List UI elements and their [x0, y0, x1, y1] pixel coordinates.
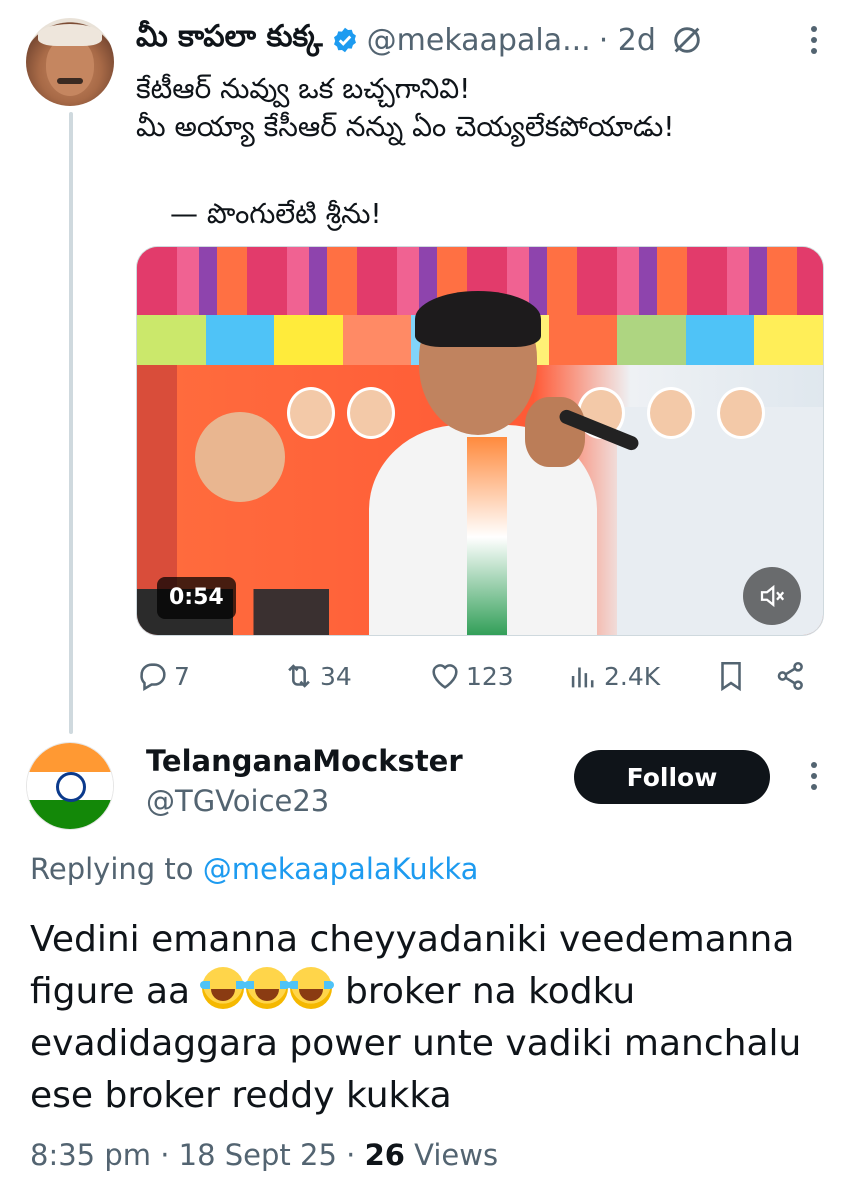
video-crowd [137, 589, 823, 635]
speaker-hair [415, 291, 541, 347]
retweet-icon [288, 664, 310, 688]
tweet-text-segment: figure aa [30, 971, 191, 1012]
analytics-bar-icon [571, 667, 594, 688]
like-count: 123 [466, 661, 514, 691]
tears-of-joy-emoji-icon [287, 967, 334, 1009]
replying-mention-link[interactable]: @mekaapalaKukka [203, 852, 479, 886]
timestamp[interactable]: 8:35 pm · 18 Sept 25 · [30, 1138, 355, 1172]
tweet-line: కేటీఆర్ నువ్వు ఒక బచ్చగానివి! [136, 72, 471, 105]
views-label: Views [414, 1138, 499, 1172]
views-button[interactable]: 2.4K [566, 654, 660, 698]
tweet-line: Vedini emanna cheyyadaniki veedemanna [30, 919, 795, 960]
timestamp[interactable]: · 2d [599, 23, 656, 58]
tweet-line: మీ అయ్యా కేసీఆర్ నన్ను ఏం చెయ్యలేకపోయాడు… [136, 110, 675, 143]
views-count: 26 [364, 1138, 405, 1172]
flag-saffron [27, 743, 113, 772]
reply-icon [140, 663, 166, 692]
banner-portrait-large [195, 412, 285, 502]
bookmark-button[interactable] [714, 654, 748, 698]
video-player[interactable]: 0:54 [136, 246, 824, 636]
grok-slash-icon[interactable] [670, 23, 704, 57]
tears-of-joy-emoji-icon [243, 967, 290, 1009]
share-button[interactable] [774, 654, 808, 698]
avatar-face [46, 38, 94, 96]
tweet-quote-attribution: — పొంగులేటి శ్రీను! [170, 197, 382, 230]
reply-count: 7 [174, 661, 190, 691]
banner-portrait [347, 387, 395, 439]
thread-connector-line [69, 112, 73, 734]
mute-toggle-button[interactable] [743, 567, 801, 625]
user-handle[interactable]: @TGVoice23 [146, 784, 329, 818]
tweet-actions: 7 34 123 2.4K [136, 654, 816, 698]
speaker-muted-icon [760, 584, 785, 608]
avatar[interactable] [26, 18, 114, 106]
replying-to: Replying to @mekaapalaKukka [30, 852, 478, 886]
tweet-meta: 8:35 pm · 18 Sept 25 · 26 Views [30, 1138, 498, 1172]
avatar-moustache [57, 78, 83, 84]
video-duration: 0:54 [157, 577, 236, 619]
retweet-button[interactable]: 34 [282, 654, 352, 698]
more-options-icon[interactable] [808, 762, 820, 794]
like-button[interactable]: 123 [428, 654, 514, 698]
tweet-text-segment: broker na kodku [344, 971, 636, 1012]
tweet-line: ese broker reddy kukka [30, 1075, 452, 1116]
display-name[interactable]: మీ కాపలా కుక్క [136, 19, 323, 61]
speaker-hand [525, 397, 585, 467]
heart-icon [432, 664, 458, 689]
avatar-hair [38, 24, 102, 46]
verified-badge-icon [333, 27, 356, 53]
tweet-header: మీ కాపలా కుక్క @mekaapala... · 2d [136, 19, 826, 61]
avatar[interactable] [26, 742, 114, 830]
follow-button[interactable]: Follow [574, 750, 770, 804]
chakra-icon [56, 772, 86, 802]
tweet-text: Vedini emanna cheyyadaniki veedemanna fi… [30, 914, 830, 1122]
flag-green [27, 800, 113, 829]
more-options-icon[interactable] [808, 26, 820, 58]
banner-portrait [717, 387, 765, 439]
replying-prefix: Replying to [30, 852, 194, 886]
bookmark-icon [721, 661, 741, 692]
user-handle[interactable]: @mekaapala... [367, 23, 591, 58]
tears-of-joy-emoji-icon [199, 967, 246, 1009]
share-icon [777, 661, 803, 691]
tweet-text: కేటీఆర్ నువ్వు ఒక బచ్చగానివి! మీ అయ్యా క… [136, 70, 826, 146]
retweet-count: 34 [320, 661, 352, 691]
reply-button[interactable]: 7 [136, 654, 190, 698]
tweet-line: figure aa broker na kodku [30, 966, 830, 1018]
tweet-line: evadidaggara power unte vadiki manchalu [30, 1023, 802, 1064]
display-name[interactable]: TelanganaMockster [146, 744, 463, 778]
banner-portrait [287, 387, 335, 439]
views-count: 2.4K [604, 661, 661, 691]
banner-portrait [647, 387, 695, 439]
